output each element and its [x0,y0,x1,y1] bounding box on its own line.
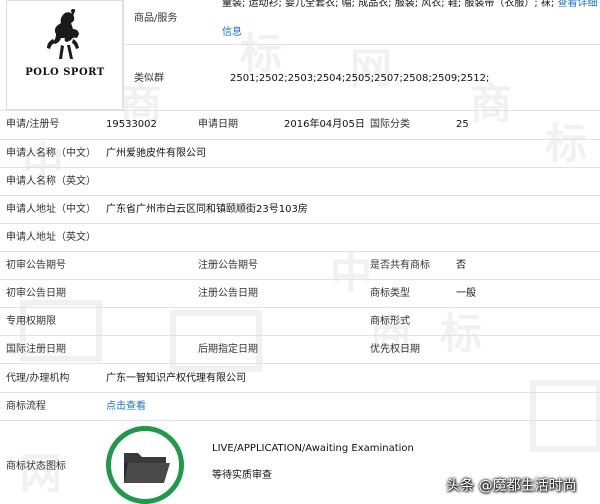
application-date-value: 2016年04月05日 [284,119,365,130]
folder-icon [124,453,170,483]
brand-name: POLO SPORT [25,67,105,78]
applicant-name-cn-label: 申请人名称（中文） [6,148,96,159]
trademark-form-label: 商标形式 [370,316,410,327]
trademark-process-link[interactable]: 点击查看 [106,400,146,414]
intl-registration-date-label: 国际注册日期 [6,344,66,355]
trademark-process-label: 商标流程 [6,401,46,412]
status-english-text: LIVE/APPLICATION/Awaiting Examination [212,443,414,454]
applicant-address-en-label: 申请人地址（英文） [6,232,96,243]
prelim-announcement-date-label: 初审公告日期 [6,288,66,299]
similar-groups-label: 类似群 [134,73,164,84]
goods-text: 童装; 运动衫; 婴儿全套衣; 帽; 成品衣; 服装; 风衣; 鞋; 服装带（衣… [222,0,555,9]
trademark-detail-panel: POLO SPORT 商品/服务 童装; 运动衫; 婴儿全套衣; 帽; 成品衣;… [0,0,600,504]
applicant-address-cn-value: 广东省广州市白云区同和镇颐顺街23号103房 [106,204,308,215]
priority-date-label: 优先权日期 [370,344,420,355]
shared-trademark-label: 是否共有商标 [370,260,430,271]
trademark-type-value: 一般 [456,288,476,299]
reg-announcement-no-label: 注册公告期号 [198,260,258,271]
registration-number-label: 申请/注册号 [6,119,60,130]
goods-more-link-cont[interactable]: 信息 [222,26,242,40]
footer-watermark: 头条 @魔都生活时尚 [446,478,577,494]
application-date-label: 申请日期 [198,119,238,130]
trademark-status-label: 商标状态图标 [6,461,66,472]
goods-more-link[interactable]: 查看详细 [558,0,598,9]
trademark-type-label: 商标类型 [370,288,410,299]
exclusive-period-label: 专用权期限 [6,316,56,327]
reg-announcement-date-label: 注册公告日期 [198,288,258,299]
intl-class-label: 国际分类 [370,119,410,130]
shared-trademark-value: 否 [456,260,466,271]
intl-class-value: 25 [456,119,469,130]
applicant-address-cn-label: 申请人地址（中文） [6,204,96,215]
agent-label: 代理/办理机构 [6,373,70,384]
later-designation-date-label: 后期指定日期 [198,344,258,355]
applicant-name-en-label: 申请人名称（英文） [6,176,96,187]
registration-number-value: 19533002 [106,119,157,130]
goods-label: 商品/服务 [134,13,178,24]
prelim-announcement-no-label: 初审公告期号 [6,260,66,271]
polo-player-icon [47,9,79,59]
status-badge [106,426,184,504]
trademark-logo: POLO SPORT [6,0,124,110]
status-chinese-text: 等待实质审查 [212,470,272,481]
agent-value: 广东一智知识产权代理有限公司 [106,373,246,384]
goods-value: 童装; 运动衫; 婴儿全套衣; 帽; 成品衣; 服装; 风衣; 鞋; 服装带（衣… [222,0,598,11]
similar-groups-value: 2501;2502;2503;2504;2505;2507;2508;2509;… [230,73,490,84]
applicant-name-cn-value: 广州爱驰皮件有限公司 [106,148,206,159]
